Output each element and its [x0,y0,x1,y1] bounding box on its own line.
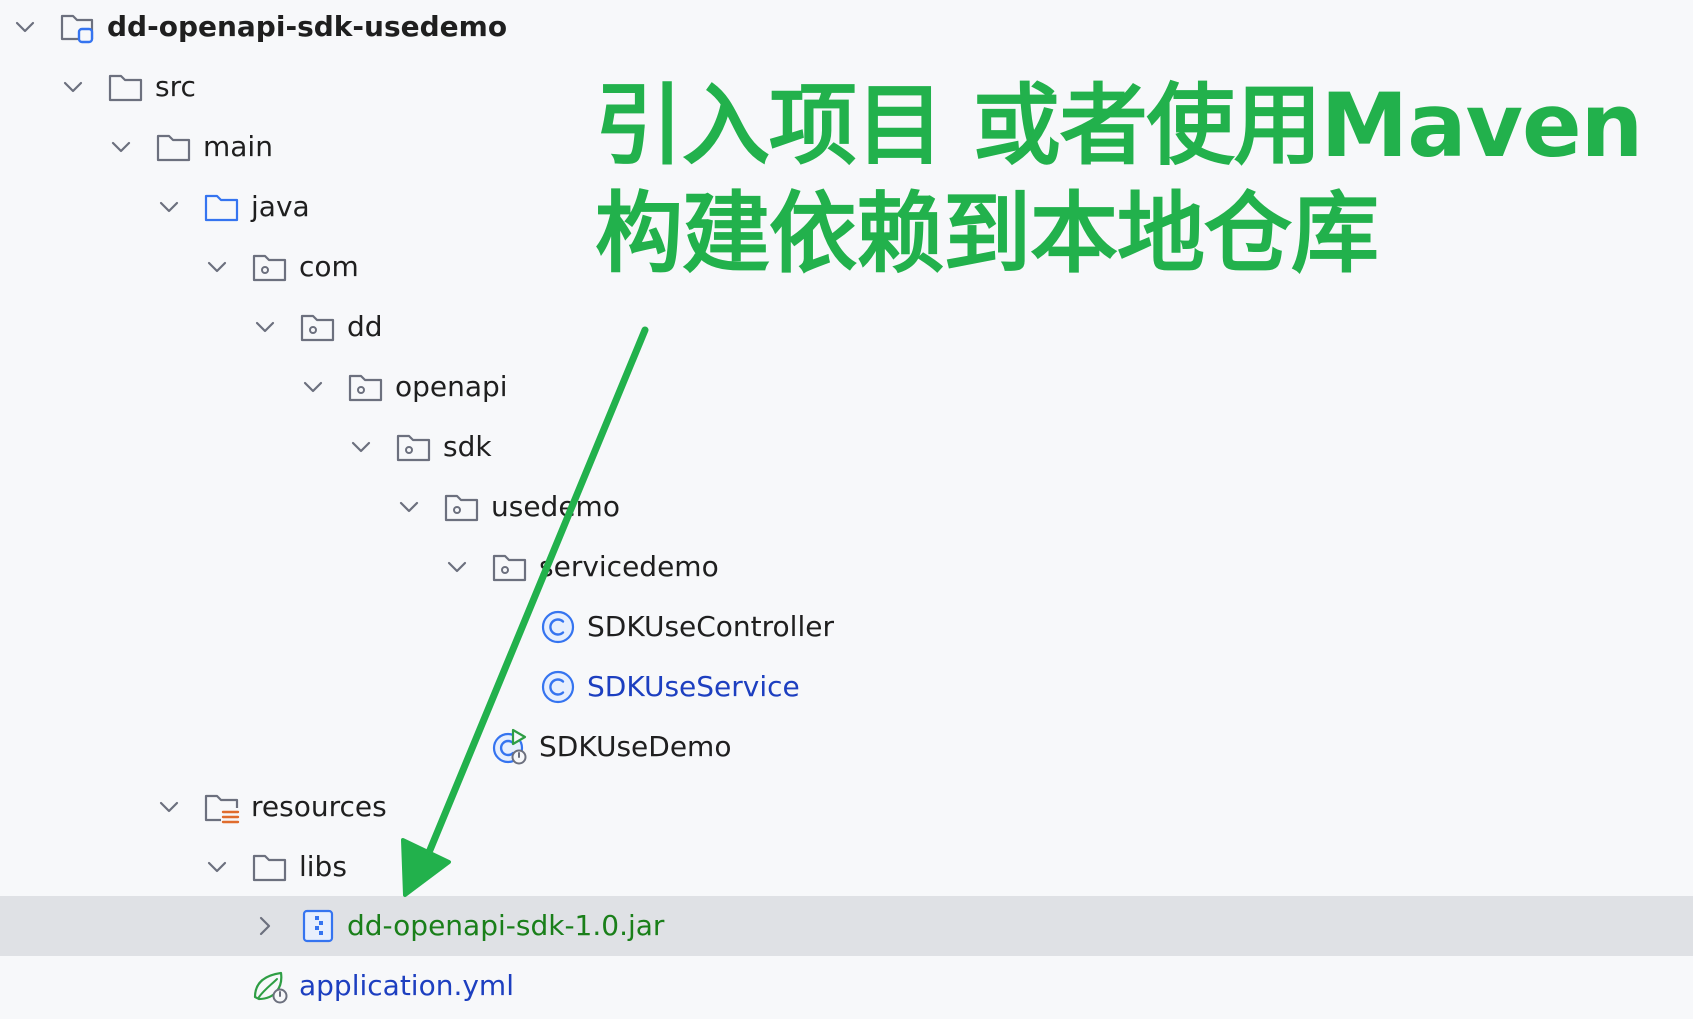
source-folder-icon [204,194,239,222]
tree-row-label: usedemo [491,490,620,523]
tree-row-label: resources [251,790,387,823]
folder-icon [108,74,143,102]
tree-row-libs[interactable]: libs [0,837,1693,897]
tree-row-label: SDKUseController [587,610,834,643]
tree-row-label: com [299,250,359,283]
spring-boot-class-icon [492,728,527,765]
chevron-down-icon[interactable] [395,493,423,521]
chevron-down-icon[interactable] [443,553,471,581]
tree-row-label: dd-openapi-sdk-1.0.jar [347,909,665,942]
tree-row-label: servicedemo [539,550,719,583]
tree-row-label: dd [347,310,383,343]
annotation-line-2: 构建依赖到本地仓库 [595,182,1379,285]
chevron-down-icon[interactable] [59,73,87,101]
package-icon [444,494,479,522]
tree-row-label: SDKUseDemo [539,730,732,763]
annotation-line-1: 引入项目 或者使用Maven [595,74,1643,177]
annotation-text: 引入项目 或者使用Maven 构建依赖到本地仓库 [595,72,1643,288]
tree-row-resources[interactable]: resources [0,777,1693,837]
tree-row-label: java [251,190,310,223]
java-class-icon [541,610,575,644]
package-icon [396,434,431,462]
module-folder-icon [60,14,94,44]
chevron-down-icon[interactable] [155,793,183,821]
chevron-down-icon[interactable] [107,133,135,161]
tree-row-servicedemo[interactable]: servicedemo [0,537,1693,597]
folder-icon [156,134,191,162]
tree-row-application-yml[interactable]: application.yml [0,956,1693,1016]
tree-row-usedemo[interactable]: usedemo [0,477,1693,537]
chevron-down-icon[interactable] [251,313,279,341]
tree-row-sdkusecontroller[interactable]: SDKUseController [0,597,1693,657]
tree-row-label: openapi [395,370,508,403]
chevron-down-icon[interactable] [11,13,39,41]
tree-row-label: SDKUseService [587,670,800,703]
tree-row-openapi[interactable]: openapi [0,357,1693,417]
tree-row-project-root[interactable]: dd-openapi-sdk-usedemo [0,0,1693,57]
chevron-right-icon[interactable] [251,912,279,940]
tree-row-jar[interactable]: dd-openapi-sdk-1.0.jar [0,896,1693,956]
package-icon [348,374,383,402]
chevron-down-icon[interactable] [347,433,375,461]
package-icon [492,554,527,582]
tree-row-dd[interactable]: dd [0,297,1693,357]
chevron-down-icon[interactable] [203,253,231,281]
java-class-icon [541,670,575,704]
tree-row-label: libs [299,850,347,883]
folder-icon [252,854,287,882]
package-icon [300,314,335,342]
chevron-down-icon[interactable] [203,853,231,881]
tree-row-label: src [155,70,196,103]
chevron-down-icon[interactable] [299,373,327,401]
tree-row-sdk[interactable]: sdk [0,417,1693,477]
resources-folder-icon [204,794,240,824]
spring-config-icon [253,971,288,1004]
chevron-down-icon[interactable] [155,193,183,221]
tree-row-sdkuseservice[interactable]: SDKUseService [0,657,1693,717]
tree-row-label: sdk [443,430,492,463]
tree-row-sdkusedemo[interactable]: SDKUseDemo [0,717,1693,777]
tree-row-label: application.yml [299,969,514,1002]
tree-row-label: main [203,130,273,163]
jar-archive-icon [302,909,334,943]
tree-row-label: dd-openapi-sdk-usedemo [107,10,508,43]
package-icon [252,254,287,282]
